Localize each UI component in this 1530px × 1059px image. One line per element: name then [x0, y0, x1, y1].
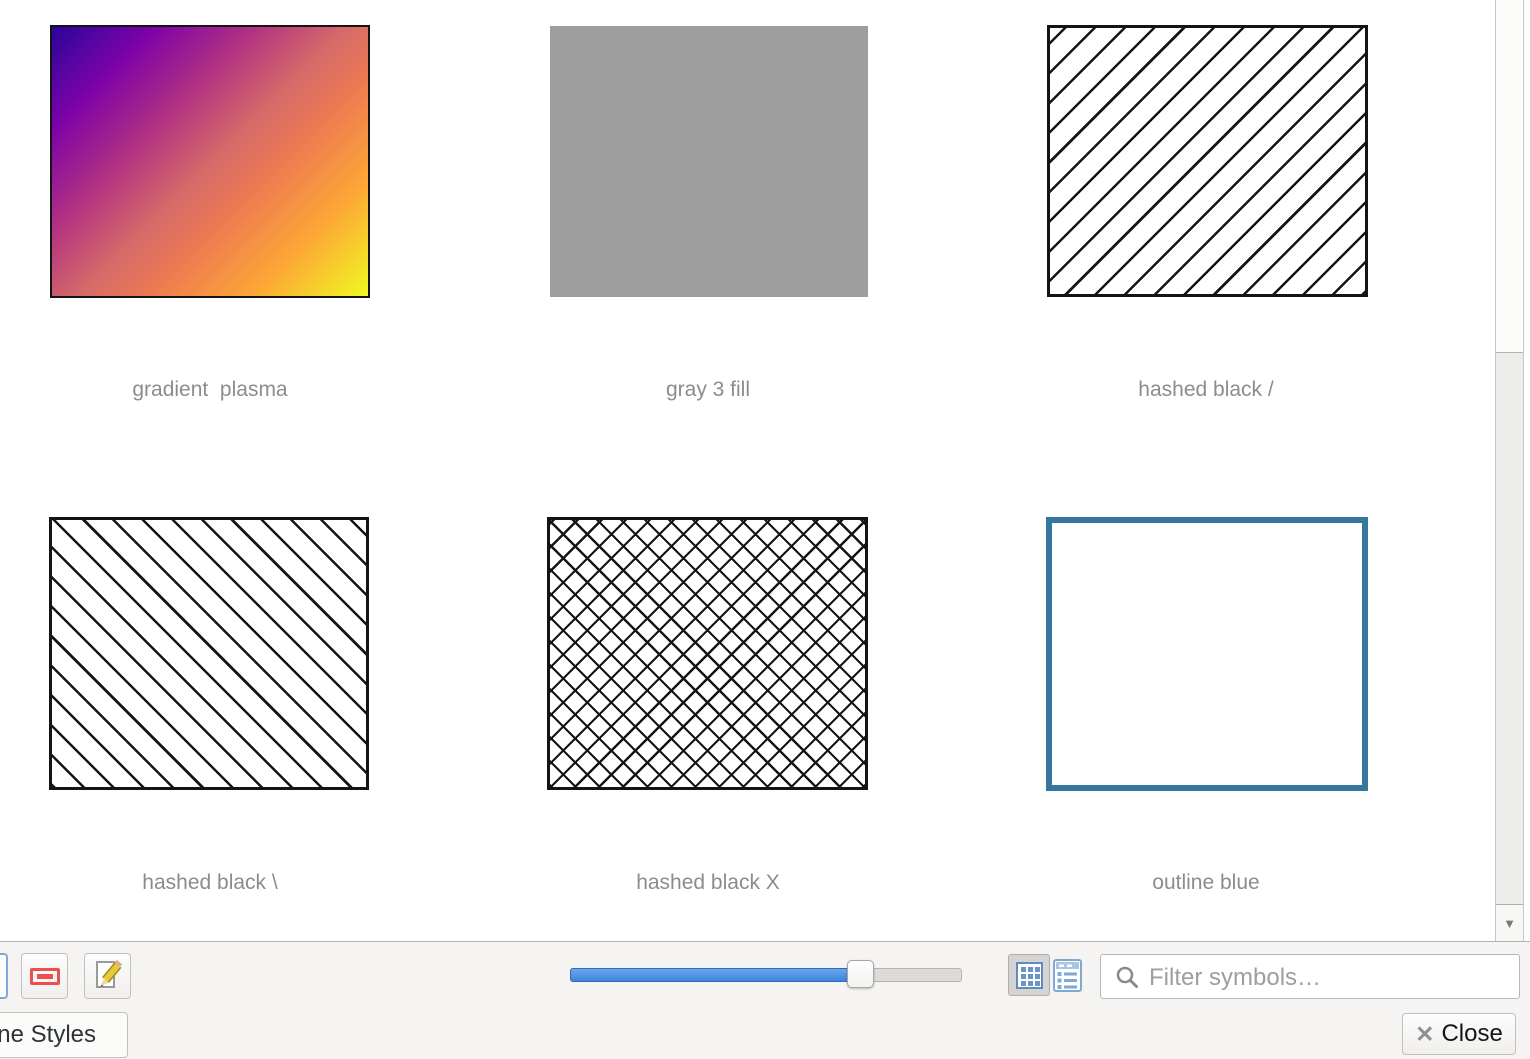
symbol-swatch-gradient-plasma[interactable]: [50, 25, 370, 298]
vertical-scrollbar[interactable]: ▼: [1495, 0, 1524, 941]
remove-symbol-button[interactable]: [21, 953, 68, 999]
add-symbol-button-clipped[interactable]: [0, 953, 8, 999]
symbol-label: hashed black /: [957, 378, 1455, 402]
symbol-grid: gradient plasma gray 3 fill hashed black…: [0, 0, 1530, 941]
down-arrow-glyph: ▼: [1503, 917, 1516, 930]
red-minus-icon: [30, 968, 60, 985]
pencil-icon: [92, 958, 124, 994]
symbol-swatch-gray-3-fill[interactable]: [550, 26, 868, 297]
list-view-toggle-button[interactable]: [1052, 957, 1082, 993]
grid-view-icon: [1016, 962, 1043, 989]
symbol-label: gradient plasma: [0, 378, 459, 402]
close-button[interactable]: ✕ Close: [1402, 1013, 1516, 1055]
scrollbar-down-arrow-icon[interactable]: ▼: [1496, 905, 1523, 941]
scrollbar-thumb[interactable]: [1496, 352, 1523, 905]
symbol-swatch-outline-blue[interactable]: [1046, 517, 1368, 791]
symbol-label: outline blue: [957, 871, 1455, 895]
slider-handle[interactable]: [847, 960, 874, 988]
search-input[interactable]: [1147, 955, 1516, 1000]
magnifier-icon: [1115, 965, 1139, 989]
close-button-label: Close: [1441, 1020, 1502, 1048]
bottom-toolbar: ine Styles ✕ Close: [0, 941, 1530, 1059]
list-view-icon: [1053, 959, 1082, 992]
symbol-browser-panel: gradient plasma gray 3 fill hashed black…: [0, 0, 1530, 1059]
slider-fill: [570, 968, 848, 982]
styles-button-label: ine Styles: [0, 1021, 96, 1049]
symbol-label: hashed black X: [459, 871, 957, 895]
symbol-label: gray 3 fill: [459, 378, 957, 402]
grid-view-toggle-button[interactable]: [1008, 954, 1050, 996]
symbol-label: hashed black \: [0, 871, 459, 895]
line-styles-button-clipped[interactable]: ine Styles: [0, 1012, 128, 1058]
edit-symbol-button[interactable]: [84, 953, 131, 999]
symbol-swatch-hashed-black-forward[interactable]: [1047, 25, 1368, 297]
symbol-swatch-hashed-black-back[interactable]: [49, 517, 369, 790]
symbol-swatch-hashed-black-cross[interactable]: [547, 517, 868, 790]
close-x-icon: ✕: [1415, 1023, 1434, 1046]
icon-size-slider[interactable]: [570, 968, 962, 982]
symbol-filter-field: [1100, 954, 1520, 999]
